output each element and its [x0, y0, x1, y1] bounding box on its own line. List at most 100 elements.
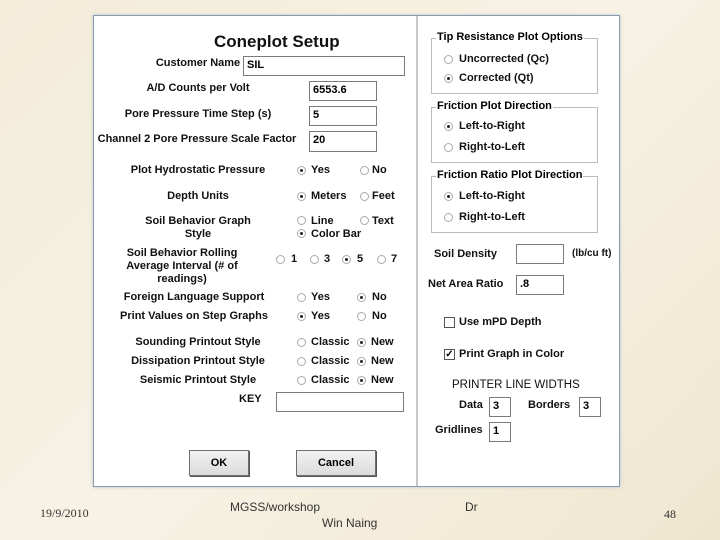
use-mpd-label: Use mPD Depth	[459, 316, 542, 328]
ad-counts-label: A/D Counts per Volt	[146, 82, 250, 94]
depth-label: Depth Units	[167, 190, 229, 202]
friction-group-title: Friction Plot Direction	[436, 100, 553, 113]
ch2-scale-input[interactable]: 20	[309, 131, 377, 152]
plw-grid-input[interactable]: 1	[489, 422, 511, 442]
seismic-classic-radio[interactable]	[297, 376, 306, 385]
rolling-label-3: readings)	[157, 273, 207, 285]
fratio-ltr-radio[interactable]	[444, 192, 453, 201]
hydro-label: Plot Hydrostatic Pressure	[130, 164, 266, 176]
depth-feet-label: Feet	[372, 190, 395, 202]
ok-button[interactable]: OK	[189, 450, 249, 476]
printvals-yes-radio[interactable]	[297, 312, 306, 321]
plw-borders-label: Borders	[528, 399, 571, 411]
seismic-label: Seismic Printout Style	[139, 374, 257, 386]
fratio-rtl-label: Right-to-Left	[459, 211, 525, 223]
friction-rtl-label: Right-to-Left	[459, 141, 525, 153]
net-area-input[interactable]: .8	[516, 275, 564, 295]
plw-borders-input[interactable]: 3	[579, 397, 601, 417]
sounding-classic-label: Classic	[311, 336, 350, 348]
rolling-label-1: Soil Behavior Rolling	[126, 247, 238, 259]
net-area-label: Net Area Ratio	[428, 278, 504, 290]
pore-time-step-input[interactable]: 5	[309, 106, 377, 126]
rolling-7-radio[interactable]	[377, 255, 386, 264]
rolling-label-2: Average Interval (# of	[126, 260, 238, 272]
tip-uncorrected-radio[interactable]	[444, 55, 453, 64]
sbg-line-label: Line	[311, 215, 334, 227]
tip-corrected-radio[interactable]	[444, 74, 453, 83]
printvals-no-radio[interactable]	[357, 312, 366, 321]
depth-meters-radio[interactable]	[297, 192, 306, 201]
footer-workshop: MGSS/workshop	[230, 500, 321, 514]
printvals-label: Print Values on Step Graphs	[120, 310, 268, 322]
soil-density-unit: (lb/cu ft)	[572, 248, 612, 259]
key-input[interactable]	[276, 392, 404, 412]
print-color-checkbox[interactable]: ✓	[444, 349, 455, 360]
ch2-scale-label: Channel 2 Pore Pressure Scale Factor	[97, 133, 297, 145]
fratio-ltr-label: Left-to-Right	[459, 190, 525, 202]
tip-group-title: Tip Resistance Plot Options	[436, 31, 584, 44]
rolling-3-label: 3	[324, 253, 331, 265]
page-number: 48	[664, 507, 676, 521]
tip-corrected-label: Corrected (Qt)	[459, 72, 534, 84]
soil-density-input[interactable]	[516, 244, 564, 264]
rolling-5-label: 5	[357, 253, 364, 265]
soil-density-label: Soil Density	[434, 248, 497, 260]
footer-date: 19/9/2010	[40, 506, 89, 520]
footer-dr: Dr	[465, 500, 478, 514]
divider	[416, 16, 418, 486]
sbg-line-radio[interactable]	[297, 216, 306, 225]
foreign-label: Foreign Language Support	[123, 291, 265, 303]
ad-counts-input[interactable]: 6553.6	[309, 81, 377, 101]
rolling-3-radio[interactable]	[310, 255, 319, 264]
sbg-label-1: Soil Behavior Graph	[145, 215, 251, 227]
hydro-yes-label: Yes	[311, 164, 330, 176]
dissipation-new-radio[interactable]	[357, 357, 366, 366]
foreign-yes-radio[interactable]	[297, 293, 306, 302]
hydro-yes-radio[interactable]	[297, 166, 306, 175]
depth-meters-label: Meters	[311, 190, 347, 202]
seismic-new-label: New	[371, 374, 394, 386]
foreign-no-label: No	[372, 291, 387, 303]
footer-name: Win Naing	[322, 516, 378, 530]
seismic-classic-label: Classic	[311, 374, 350, 386]
fratio-group-title: Friction Ratio Plot Direction	[436, 169, 584, 182]
seismic-new-radio[interactable]	[357, 376, 366, 385]
sbg-colorbar-label: Color Bar	[311, 228, 362, 240]
plw-title: PRINTER LINE WIDTHS	[452, 379, 580, 391]
plw-data-input[interactable]: 3	[489, 397, 511, 417]
tip-uncorrected-label: Uncorrected (Qc)	[459, 53, 549, 65]
fratio-rtl-radio[interactable]	[444, 213, 453, 222]
dialog-title: Coneplot Setup	[214, 32, 340, 51]
friction-ltr-radio[interactable]	[444, 122, 453, 131]
rolling-7-label: 7	[391, 253, 398, 265]
foreign-no-radio[interactable]	[357, 293, 366, 302]
printvals-no-label: No	[372, 310, 387, 322]
sounding-new-label: New	[371, 336, 394, 348]
foreign-yes-label: Yes	[311, 291, 330, 303]
friction-group: Friction Plot Direction	[431, 100, 598, 163]
cancel-button[interactable]: Cancel	[296, 450, 376, 476]
pore-time-step-label: Pore Pressure Time Step (s)	[124, 108, 272, 120]
friction-rtl-radio[interactable]	[444, 143, 453, 152]
tip-resistance-group: Tip Resistance Plot Options	[431, 31, 598, 94]
key-label: KEY	[239, 393, 262, 405]
sounding-new-radio[interactable]	[357, 338, 366, 347]
rolling-1-radio[interactable]	[276, 255, 285, 264]
dissipation-classic-radio[interactable]	[297, 357, 306, 366]
use-mpd-checkbox[interactable]	[444, 317, 455, 328]
hydro-no-radio[interactable]	[360, 166, 369, 175]
plw-grid-label: Gridlines	[435, 424, 483, 436]
rolling-1-label: 1	[291, 253, 298, 265]
depth-feet-radio[interactable]	[360, 192, 369, 201]
friction-ltr-label: Left-to-Right	[459, 120, 525, 132]
sounding-label: Sounding Printout Style	[135, 336, 261, 348]
hydro-no-label: No	[372, 164, 387, 176]
customer-name-input[interactable]: SIL	[243, 56, 405, 76]
sounding-classic-radio[interactable]	[297, 338, 306, 347]
printvals-yes-label: Yes	[311, 310, 330, 322]
plw-data-label: Data	[459, 399, 483, 411]
sbg-colorbar-radio[interactable]	[297, 229, 306, 238]
sbg-label-2: Style	[184, 228, 212, 240]
sbg-text-radio[interactable]	[360, 216, 369, 225]
rolling-5-radio[interactable]	[342, 255, 351, 264]
